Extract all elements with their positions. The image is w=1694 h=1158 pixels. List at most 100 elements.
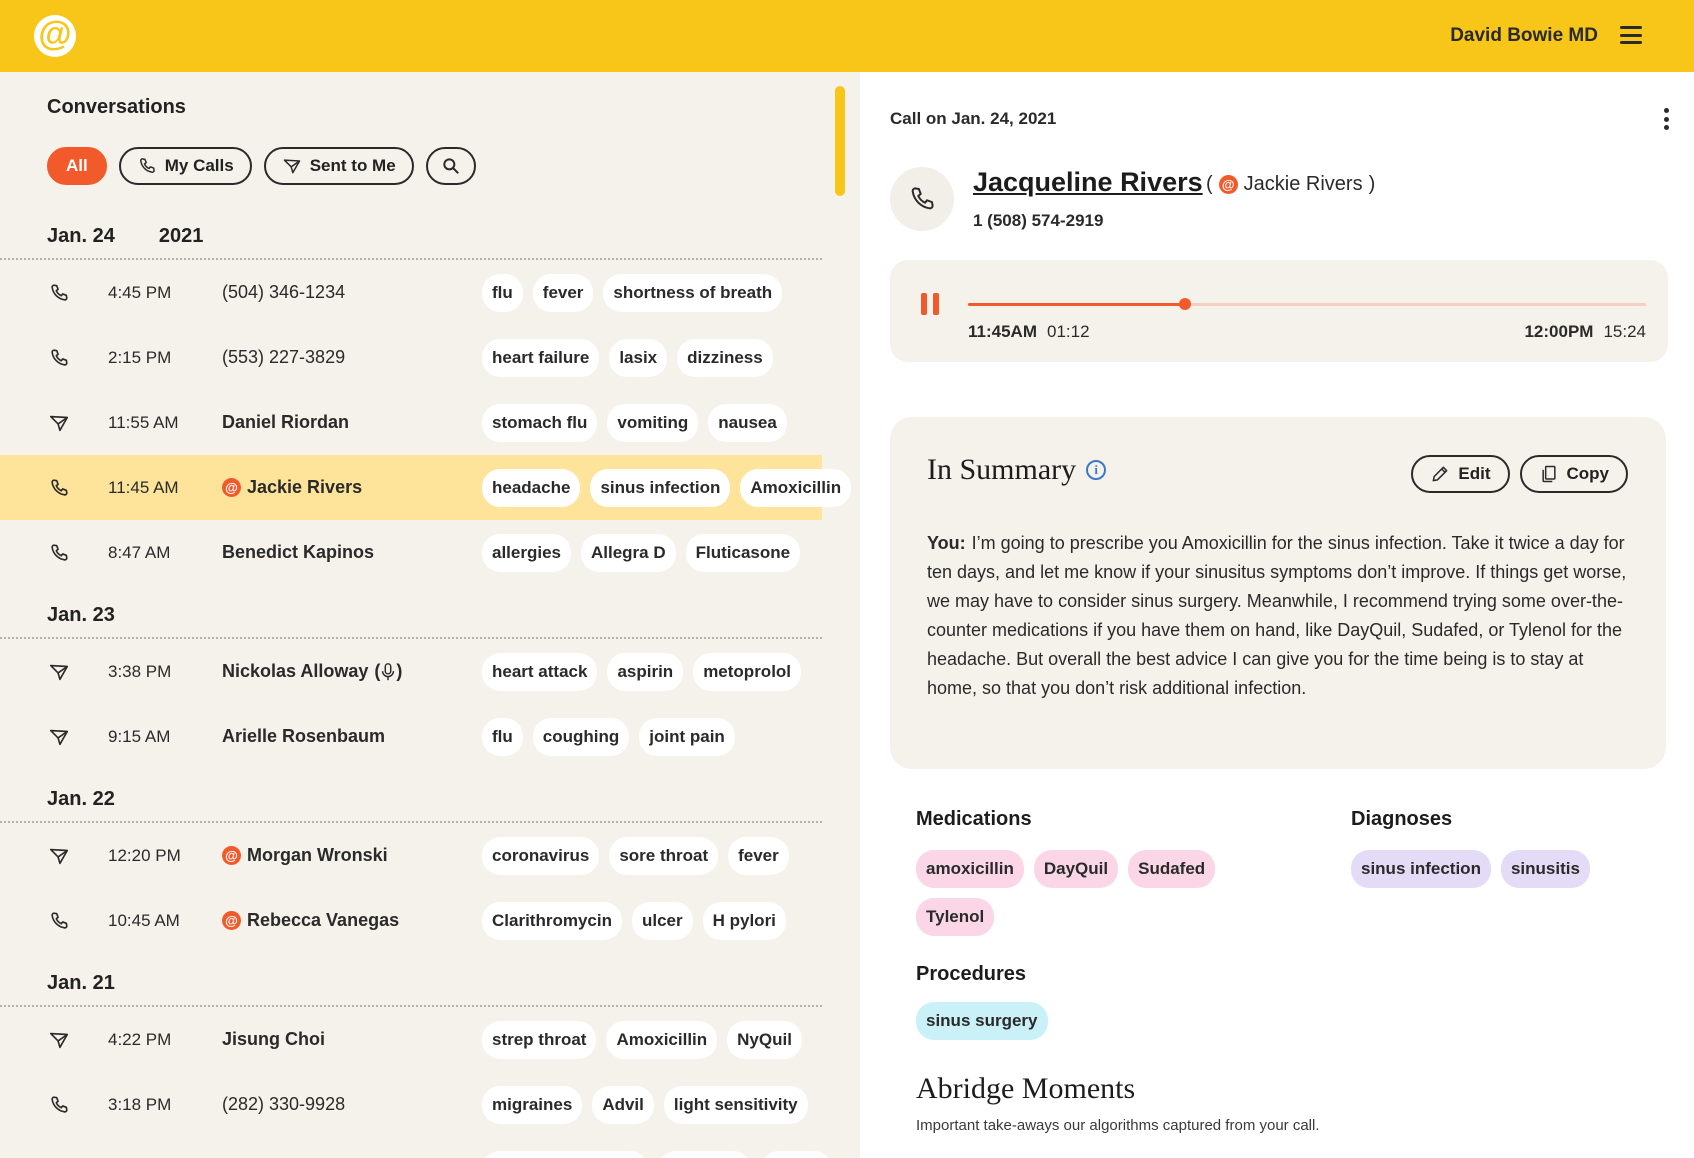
- conversation-row[interactable]: 11:45 AM @ Jackie Rivers headache sinus infe…: [0, 455, 852, 520]
- more-options-icon[interactable]: [1663, 108, 1669, 130]
- topic-tag[interactable]: joint pain: [639, 717, 735, 756]
- caller-phone-number: 1 (508) 574-2919: [973, 211, 1104, 230]
- copy-label: Copy: [1566, 464, 1610, 483]
- call-date: Call on Jan. 24, 2021: [890, 109, 1057, 128]
- conversation-row[interactable]: 2:06 PMVaughn Bayneseasonal allergiessne…: [0, 1137, 833, 1158]
- abridge-logo-icon[interactable]: @: [34, 15, 76, 57]
- row-contact: @ Rebecca Vanegas: [222, 910, 399, 931]
- conversation-row[interactable]: 4:45 PM (504) 346-1234 flu fever shortness o…: [0, 260, 822, 325]
- topic-tag[interactable]: headache: [482, 468, 581, 507]
- topic-tag[interactable]: fever: [728, 836, 789, 875]
- topic-tag[interactable]: Clarithromycin: [482, 901, 622, 940]
- medication-chip[interactable]: DayQuil: [1033, 850, 1119, 888]
- row-time: 12:20 PM: [108, 845, 181, 865]
- conversation-row[interactable]: 9:15 AM Arielle Rosenbaum flu coughing joint…: [0, 704, 822, 769]
- row-contact: Arielle Rosenbaum: [222, 726, 385, 747]
- hamburger-menu-icon[interactable]: [1620, 26, 1642, 44]
- medication-chip[interactable]: Sudafed: [1128, 850, 1216, 888]
- diagnose-chip[interactable]: sinus infection: [1351, 850, 1491, 888]
- topic-tag[interactable]: stomach flu: [482, 403, 598, 442]
- info-icon[interactable]: i: [1086, 460, 1107, 480]
- row-contact: @ Morgan Wronski: [222, 845, 388, 866]
- edit-label: Edit: [1458, 464, 1491, 483]
- date-header: Jan. 24 2021: [0, 212, 822, 260]
- row-contact-name: Benedict Kapinos: [222, 542, 375, 562]
- topic-tag[interactable]: seasonal allergies: [482, 1150, 649, 1158]
- filter-all-button[interactable]: All: [47, 147, 107, 185]
- topic-tag[interactable]: Advil: [592, 1085, 654, 1124]
- topic-tag[interactable]: Amoxicillin: [740, 468, 852, 507]
- caller-alias: ( @ Jackie Rivers ): [1206, 173, 1376, 195]
- medications-title: Medications: [916, 808, 1032, 830]
- topic-tag[interactable]: light sensitivity: [663, 1085, 808, 1124]
- filter-my-calls-button[interactable]: My Calls: [118, 147, 252, 185]
- conversation-row[interactable]: 11:55 AM Daniel Riordan stomach flu vomitin…: [0, 390, 822, 455]
- row-tags: seasonal allergies sneezing Zyrtec: [482, 1150, 833, 1158]
- conversation-row[interactable]: 8:47 AM Benedict Kapinos allergies Allegra …: [0, 520, 822, 585]
- topic-tag[interactable]: sinus infection: [590, 468, 731, 507]
- filter-sent-to-me-button[interactable]: Sent to Me: [263, 147, 414, 185]
- search-button[interactable]: [425, 147, 476, 185]
- phone-icon: [48, 282, 70, 304]
- topic-tag[interactable]: dizziness: [677, 338, 773, 377]
- topic-tag[interactable]: Zyrtec: [761, 1150, 833, 1158]
- pause-icon[interactable]: [921, 293, 939, 315]
- topic-tag[interactable]: flu: [482, 717, 523, 756]
- topic-tag[interactable]: nausea: [708, 403, 787, 442]
- audio-scrub-handle[interactable]: [1178, 298, 1191, 310]
- send-icon: [48, 845, 70, 867]
- send-icon: [48, 726, 70, 748]
- topic-tag[interactable]: NyQuil: [727, 1020, 802, 1059]
- topic-tag[interactable]: coronavirus: [482, 836, 600, 875]
- topic-tag[interactable]: strep throat: [482, 1020, 597, 1059]
- topic-tag[interactable]: vomiting: [607, 403, 699, 442]
- row-tags: stomach flu vomiting nausea: [482, 403, 787, 442]
- conversation-row[interactable]: 12:20 PM @ Morgan Wronski coronavirus sore t…: [0, 823, 822, 888]
- audio-progress-slider[interactable]: [968, 298, 1646, 310]
- topic-tag[interactable]: ulcer: [631, 901, 693, 940]
- topic-tag[interactable]: heart attack: [482, 652, 598, 691]
- audio-player: 11:45AM 01:12 12:00PM 15:24: [890, 260, 1668, 362]
- topic-tag[interactable]: flu: [482, 273, 523, 312]
- conversation-row[interactable]: 2:15 PM (553) 227-3829 heart failure lasix d…: [0, 325, 822, 390]
- caller-name-link[interactable]: Jacqueline Rivers: [973, 167, 1203, 198]
- phone-icon: [48, 542, 70, 564]
- topic-tag[interactable]: allergies: [482, 533, 571, 572]
- topic-tag[interactable]: heart failure: [482, 338, 600, 377]
- topic-tag[interactable]: fever: [532, 273, 594, 312]
- medication-chip[interactable]: amoxicillin: [916, 850, 1024, 888]
- conversation-row[interactable]: 3:38 PM Nickolas Alloway() heart attack asp…: [0, 639, 822, 704]
- diagnose-chip[interactable]: sinusitis: [1500, 850, 1590, 888]
- edit-summary-button[interactable]: Edit: [1411, 455, 1510, 493]
- topic-tag[interactable]: metoprolol: [693, 652, 802, 691]
- audio-progress-fill: [968, 303, 1185, 306]
- date-header-day: Jan. 24: [47, 225, 115, 247]
- topic-tag[interactable]: H pylori: [702, 901, 786, 940]
- topic-tag[interactable]: Allegra D: [581, 533, 676, 572]
- medication-chip[interactable]: Tylenol: [916, 898, 995, 936]
- abridge-user-icon: @: [222, 846, 241, 865]
- conversation-row[interactable]: 10:45 AM @ Rebecca Vanegas Clarithromycin ul…: [0, 888, 822, 953]
- scrollbar-thumb[interactable]: [835, 86, 845, 196]
- topic-tag[interactable]: coughing: [532, 717, 630, 756]
- topic-tag[interactable]: Amoxicillin: [606, 1020, 718, 1059]
- procedure-chip[interactable]: sinus surgery: [916, 1002, 1048, 1040]
- phone-icon: [139, 158, 155, 173]
- topic-tag[interactable]: sore throat: [609, 836, 719, 875]
- topic-tag[interactable]: shortness of breath: [603, 273, 783, 312]
- row-time: 8:47 AM: [108, 542, 171, 562]
- copy-summary-button[interactable]: Copy: [1519, 455, 1628, 493]
- topic-tag[interactable]: sneezing: [658, 1150, 752, 1158]
- user-name[interactable]: David Bowie MD: [1450, 25, 1598, 47]
- conversation-row[interactable]: 4:22 PM Jisung Choi strep throat Amoxicilli…: [0, 1007, 822, 1072]
- date-header: Jan. 22: [0, 769, 822, 823]
- topic-tag[interactable]: migraines: [482, 1085, 583, 1124]
- topic-tag[interactable]: lasix: [609, 338, 668, 377]
- row-tags: headache sinus infection Amoxicillin: [482, 468, 852, 507]
- row-contact-name: Rebecca Vanegas: [247, 910, 400, 930]
- conversation-row[interactable]: 3:18 PM (282) 330-9928 migraines Advil light…: [0, 1072, 822, 1137]
- row-time: 11:45 AM: [108, 477, 179, 497]
- conversation-list: Jan. 24 2021 4:45 PM (504) 346-1234 flu fever…: [0, 212, 852, 1158]
- topic-tag[interactable]: Fluticasone: [685, 533, 801, 572]
- topic-tag[interactable]: aspirin: [607, 652, 684, 691]
